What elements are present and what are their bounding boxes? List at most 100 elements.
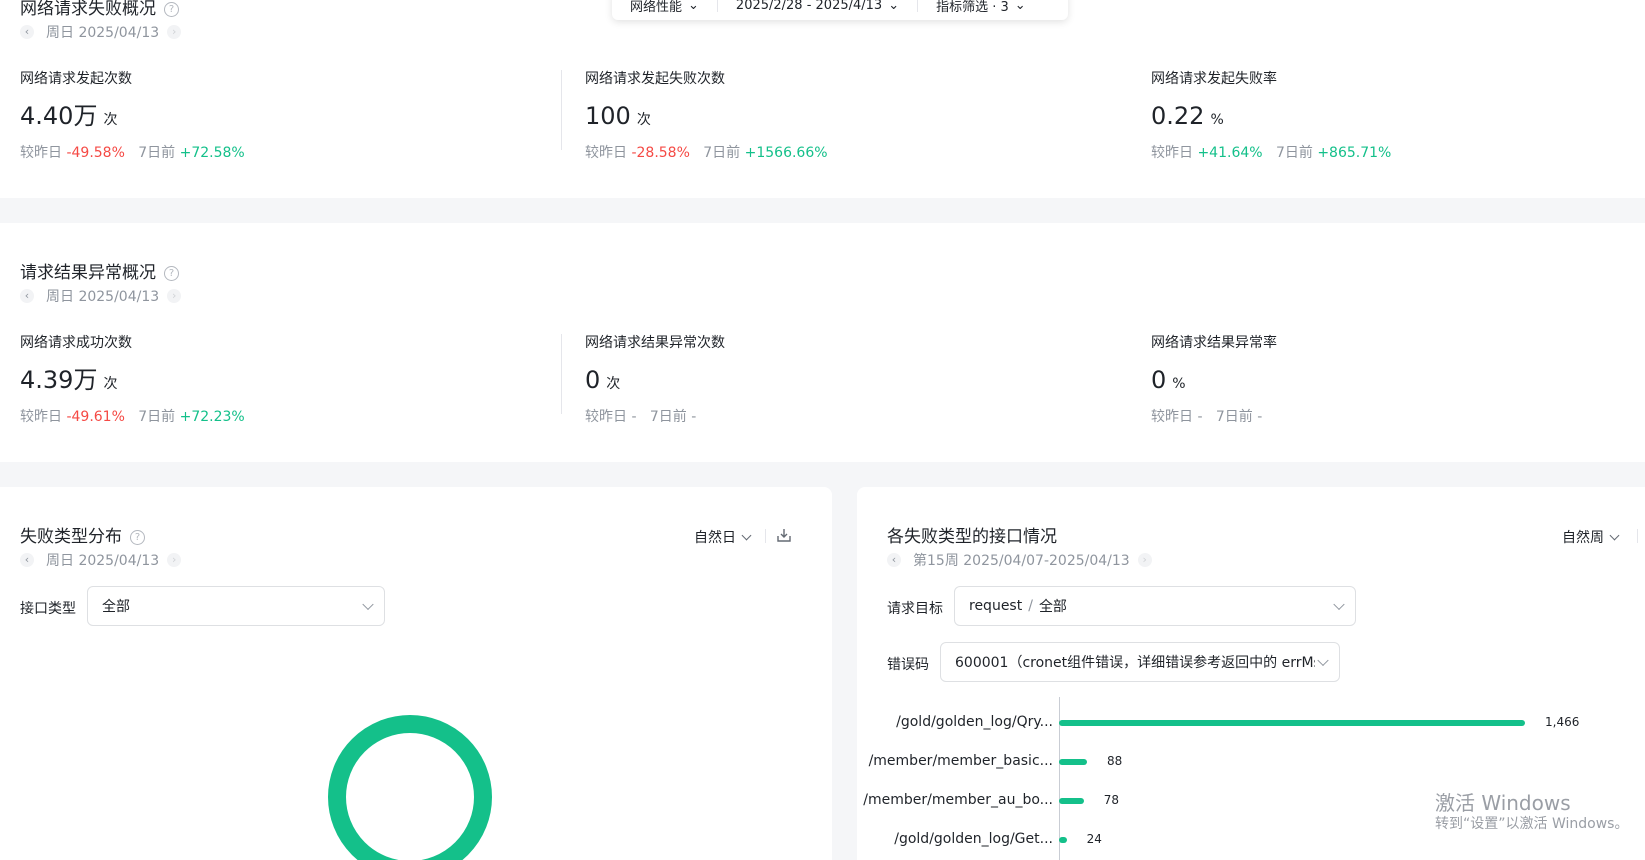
metric-label: 网络请求发起次数 — [20, 71, 132, 87]
target-label: 请求目标 — [887, 601, 943, 617]
next-date-icon[interactable]: › — [167, 553, 182, 567]
failure-type-card: 失败类型分布? ‹ 周日 2025/04/13 › 自然日 接口类型 全部 — [0, 487, 832, 860]
bar-category-label: /member/member_basic... — [868, 753, 1053, 769]
chevron-down-icon: ⌄ — [888, 0, 900, 13]
metric-filter-label: 指标筛选 · 3 — [936, 0, 1009, 15]
help-icon[interactable]: ? — [164, 2, 179, 17]
compare-day-value: - — [631, 409, 637, 425]
bar-value-label: 78 — [1103, 793, 1120, 807]
compare-week-value: +1566.66% — [744, 145, 828, 161]
target-select[interactable]: request / 全部 — [954, 586, 1356, 626]
metric-card: 网络请求发起失败次数 100 次 较昨日 -28.58% 7日前 +1566.66… — [585, 68, 828, 162]
help-icon[interactable]: ? — [164, 266, 179, 281]
metric-value: 0% — [1151, 366, 1277, 398]
divider — [1637, 529, 1638, 543]
activation-watermark-title: 激活 Windows — [1435, 791, 1571, 815]
next-date-icon[interactable]: › — [167, 25, 182, 39]
compare-week-value: - — [1257, 409, 1263, 425]
api-type-select[interactable]: 全部 — [87, 586, 385, 626]
compare-day-label: 较昨日 — [1151, 145, 1193, 161]
bar-value-label: 24 — [1086, 832, 1102, 846]
section-title: 请求结果异常概况? — [20, 258, 179, 283]
section-title-text: 网络请求失败概况 — [20, 0, 156, 19]
metric-unit: 次 — [103, 112, 118, 128]
select-value: 600001（cronet组件错误，详细错误参考返回中的 errMsg） — [955, 655, 1315, 671]
card-title: 失败类型分布? — [20, 522, 145, 547]
date-label: 第15周 2025/04/07-2025/04/13 — [913, 553, 1130, 569]
date-range-picker[interactable]: 2025/2/28 - 2025/4/13 ⌄ — [718, 0, 919, 13]
metric-value: 0.22% — [1151, 102, 1391, 134]
bar-category-label: /gold/golden_log/Get... — [894, 831, 1053, 847]
perf-selector[interactable]: 网络性能 ⌄ — [612, 0, 718, 15]
error-code-select[interactable]: 600001（cronet组件错误，详细错误参考返回中的 errMsg） — [940, 642, 1340, 682]
metric-compare: 较昨日 -28.58% 7日前 +1566.66% — [585, 142, 828, 162]
bar-value-label: 1,466 — [1545, 715, 1580, 729]
metric-compare: 较昨日 -49.61% 7日前 +72.23% — [20, 406, 245, 426]
bar[interactable] — [1059, 798, 1084, 804]
compare-week-value: - — [691, 409, 697, 425]
prev-date-icon[interactable]: ‹ — [887, 553, 901, 567]
metric-compare: 较昨日 +41.64% 7日前 +865.71% — [1151, 142, 1391, 162]
compare-day-value: +41.64% — [1197, 145, 1263, 161]
download-icon[interactable] — [776, 527, 792, 543]
metric-number: 4.40万 — [20, 102, 98, 130]
help-icon[interactable]: ? — [130, 530, 145, 545]
prev-date-icon[interactable]: ‹ — [20, 289, 34, 303]
granularity-dropdown[interactable]: 自然日 — [694, 527, 752, 547]
divider — [561, 334, 562, 414]
card-title: 各失败类型的接口情况 — [887, 527, 1057, 547]
metric-label: 网络请求结果异常率 — [1151, 335, 1277, 351]
compare-day-value: -49.61% — [66, 409, 125, 425]
compare-day-label: 较昨日 — [585, 409, 627, 425]
metric-unit: 次 — [606, 376, 621, 392]
granularity-dropdown[interactable]: 自然周 — [1562, 527, 1620, 547]
date-label: 周日 2025/04/13 — [46, 553, 160, 569]
compare-day-value: -49.58% — [66, 145, 125, 161]
metric-label: 网络请求结果异常次数 — [585, 335, 725, 351]
metric-number: 0 — [585, 366, 601, 394]
metric-value: 100 次 — [585, 102, 828, 134]
metric-label: 网络请求发起失败率 — [1151, 71, 1277, 87]
metric-number: 0 — [1151, 366, 1167, 394]
compare-week-label: 7日前 — [1215, 409, 1253, 425]
compare-day-label: 较昨日 — [20, 409, 62, 425]
granularity-label: 自然周 — [1562, 530, 1604, 546]
result-anomaly-panel: 请求结果异常概况? ‹ 周日 2025/04/13 › 网络请求成功次数 4.3… — [0, 223, 1645, 462]
compare-week-label: 7日前 — [703, 145, 741, 161]
compare-week-label: 7日前 — [649, 409, 687, 425]
bar[interactable] — [1059, 759, 1087, 765]
date-navigator: ‹ 第15周 2025/04/07-2025/04/13 › — [887, 550, 1152, 570]
metric-unit: 次 — [103, 376, 118, 392]
card-title-text: 失败类型分布 — [20, 527, 122, 547]
prev-date-icon[interactable]: ‹ — [20, 553, 34, 567]
date-range-label: 2025/2/28 - 2025/4/13 — [735, 0, 883, 13]
perf-label: 网络性能 — [630, 0, 683, 15]
compare-week-label: 7日前 — [138, 145, 176, 161]
api-bar-chart: /gold/golden_log/Qry... 1,466/member/memb… — [857, 697, 1645, 860]
select-value-primary: request — [969, 598, 1023, 614]
divider — [765, 529, 766, 543]
prev-date-icon[interactable]: ‹ — [20, 25, 34, 39]
chevron-down-icon — [741, 530, 752, 540]
metric-filter[interactable]: 指标筛选 · 3 ⌄ — [918, 0, 1044, 15]
chevron-down-icon: ⌄ — [688, 0, 699, 13]
granularity-label: 自然日 — [694, 530, 736, 546]
compare-day-label: 较昨日 — [585, 145, 627, 161]
next-date-icon[interactable]: › — [167, 289, 182, 303]
bar[interactable] — [1059, 837, 1067, 843]
bar[interactable] — [1059, 720, 1525, 726]
date-navigator: ‹ 周日 2025/04/13 › — [20, 22, 182, 42]
metric-compare: 较昨日 - 7日前 - — [1151, 406, 1277, 426]
next-date-icon[interactable]: › — [1137, 553, 1152, 567]
metric-number: 4.39万 — [20, 366, 98, 394]
chevron-down-icon — [1333, 598, 1345, 611]
section-title-text: 请求结果异常概况 — [20, 263, 156, 283]
metric-value: 4.40万次 — [20, 102, 245, 134]
bar-category-label: /gold/golden_log/Qry... — [896, 714, 1053, 730]
metric-card: 网络请求结果异常率 0% 较昨日 - 7日前 - — [1151, 332, 1277, 426]
date-label: 周日 2025/04/13 — [46, 25, 160, 41]
failure-overview-panel: 网络请求失败概况? ‹ 周日 2025/04/13 › 网络请求发起次数 4.4… — [0, 0, 1645, 198]
metric-unit: 次 — [636, 112, 651, 128]
chevron-down-icon — [1609, 530, 1620, 540]
metric-label: 网络请求发起失败次数 — [585, 71, 725, 87]
